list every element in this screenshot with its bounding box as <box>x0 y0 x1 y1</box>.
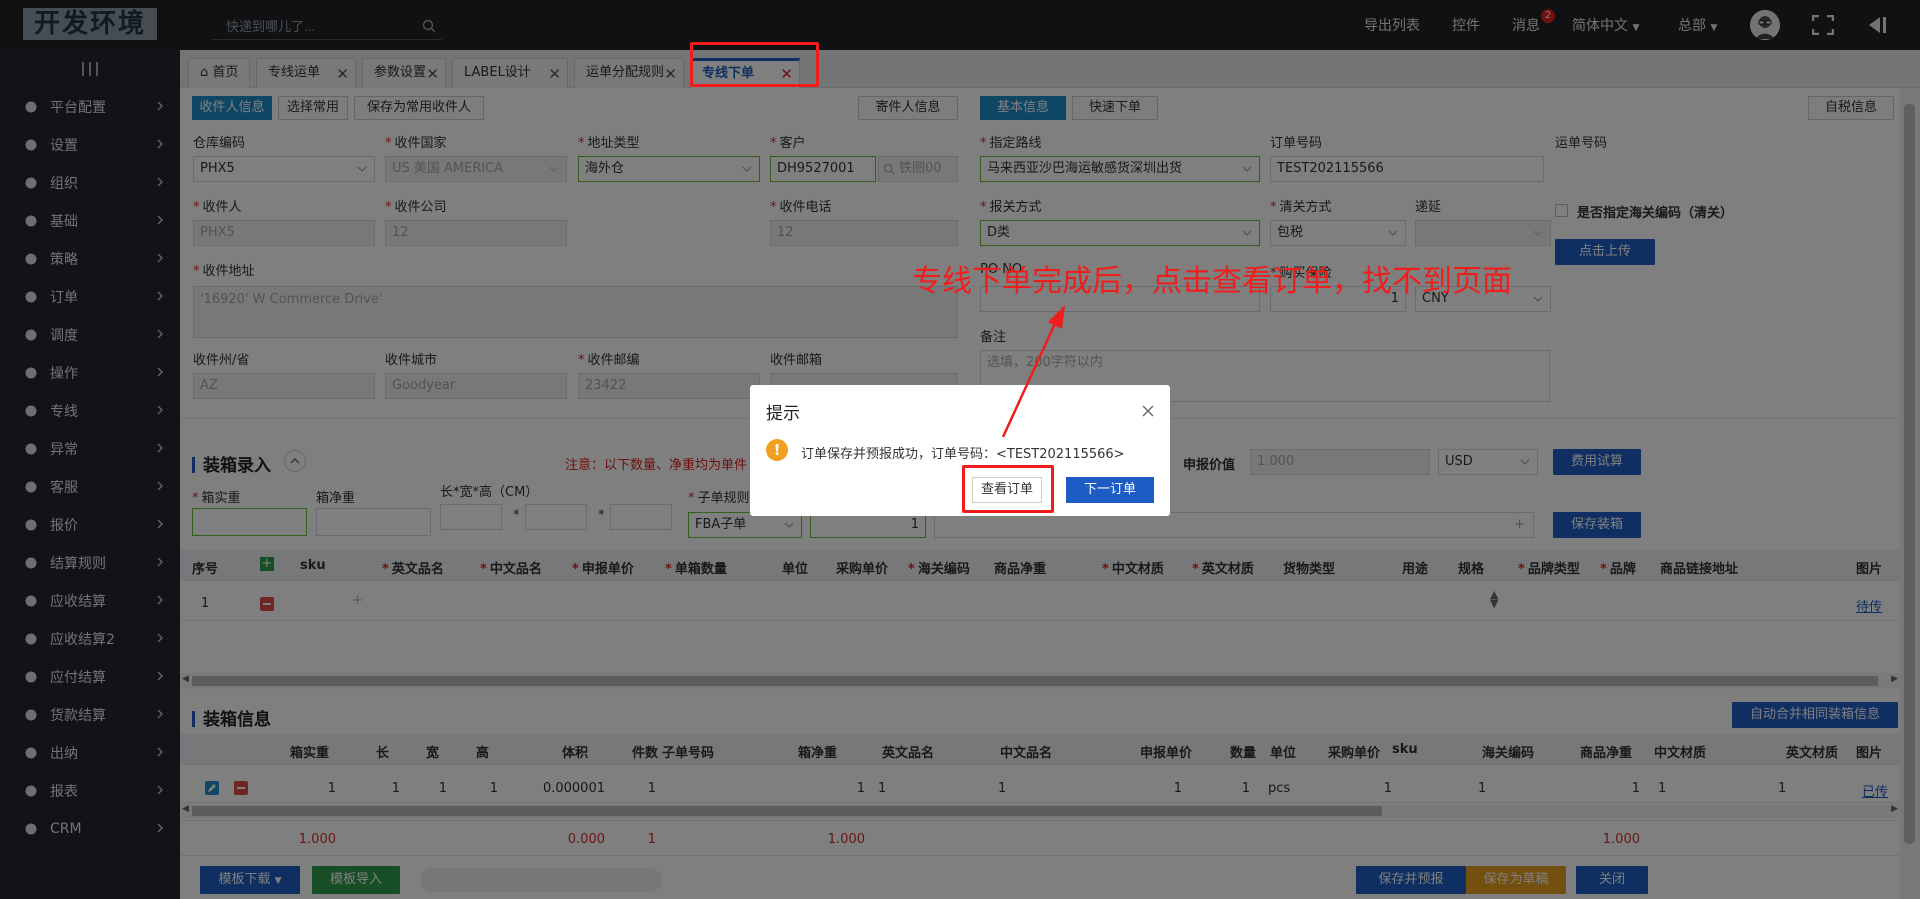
dialog-message: 订单保存并预报成功，订单号码：<TEST202115566> <box>801 447 1125 462</box>
next-order-button[interactable]: 下一订单 <box>1066 477 1154 503</box>
warning-icon: ! <box>766 439 788 461</box>
alert-dialog: 提示 ! 订单保存并预报成功，订单号码：<TEST202115566> 查看订单… <box>750 385 1170 516</box>
dialog-title: 提示 <box>766 404 800 424</box>
annotation-box-tab <box>690 42 819 87</box>
annotation-box-view-order <box>962 465 1054 513</box>
annotation-text: 专线下单完成后，点击查看订单，找不到页面 <box>912 264 1512 299</box>
annotation-arrow <box>990 305 1070 445</box>
close-icon[interactable] <box>1142 405 1154 417</box>
